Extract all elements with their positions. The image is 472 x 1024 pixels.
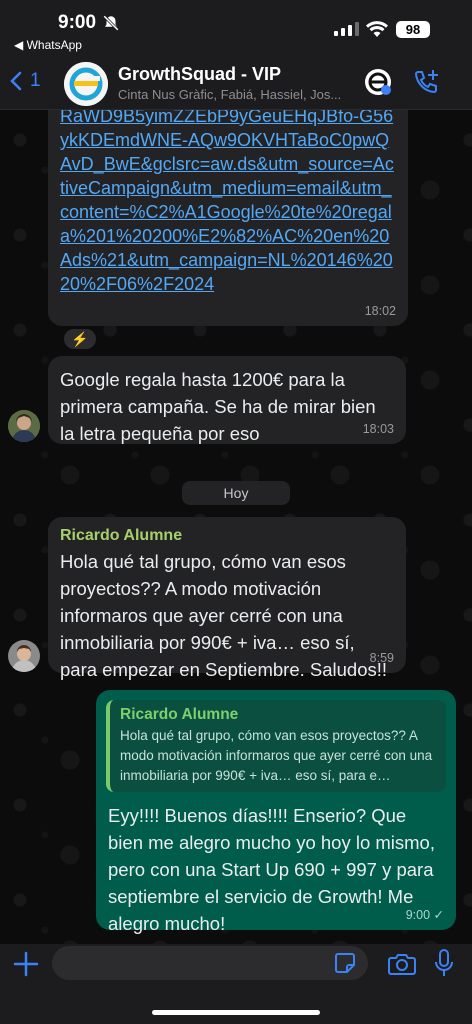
group-logo-icon [64, 62, 108, 106]
unread-count: 1 [30, 70, 41, 91]
message-bubble-outgoing[interactable]: Ricardo Alumne Hola qué tal grupo, cómo … [96, 690, 456, 934]
group-title[interactable]: GrowthSquad - VIP [118, 64, 281, 85]
avatar-photo-icon [8, 640, 40, 672]
quote-sender: Ricardo Alumne [120, 706, 239, 723]
back-button-top[interactable]: 1 [10, 66, 50, 96]
message-bubble-link[interactable]: RaWD9B5yimZZEbP9yGeuEHqJBfo-G56ykKDEmdWN… [48, 96, 408, 326]
chat-header-top: 1 GrowthSquad - VIP Cinta Nus Gràfic, Fa… [0, 52, 472, 110]
status-time: 9:00 [58, 12, 97, 33]
message-time: 18:03 [362, 422, 394, 436]
message-link[interactable]: RaWD9B5yimZZEbP9yGeuEHqJBfo-G56ykKDEmdWN… [60, 104, 396, 296]
message-time: 18:02 [364, 304, 396, 318]
quoted-message[interactable]: Ricardo Alumne Hola qué tal grupo, cómo … [106, 700, 446, 792]
group-avatar[interactable] [64, 62, 108, 106]
back-to-app-link[interactable]: ◀ WhatsApp [14, 38, 82, 52]
home-indicator[interactable] [152, 1010, 320, 1015]
message-time: 8:59 [369, 651, 394, 665]
avatar-photo-icon [8, 410, 40, 442]
quote-text: Hola qué tal grupo, cómo van esos proyec… [120, 728, 433, 783]
plus-icon[interactable] [12, 950, 40, 978]
message-text: Hola qué tal grupo, cómo van esos proyec… [60, 551, 388, 680]
wifi-icon [366, 21, 388, 37]
message-composer [0, 944, 472, 1024]
reaction-badge[interactable]: ⚡ [62, 327, 98, 351]
sender-name[interactable]: Ricardo Alumne [60, 527, 394, 545]
avatar[interactable] [8, 640, 40, 672]
camera-icon[interactable] [388, 952, 416, 976]
back-chevron-icon [10, 71, 22, 91]
message-bubble[interactable]: Google regala hasta 1200€ para la primer… [48, 356, 406, 444]
double-check-icon: ✓ [433, 908, 444, 922]
message-text: Eyy!!!! Buenos días!!!! Enserio? Que bie… [108, 805, 435, 934]
admin-logo-icon[interactable] [364, 68, 392, 96]
message-text: Google regala hasta 1200€ para la primer… [60, 369, 376, 444]
sticker-icon[interactable] [334, 952, 356, 974]
message-time: 9:00 [405, 908, 431, 922]
bell-slash-icon [103, 15, 119, 31]
date-divider: Hoy [182, 481, 290, 505]
message-meta: 9:00 ✓ [406, 907, 444, 922]
status-bar: 9:00 ◀ WhatsApp 98 [0, 0, 472, 52]
group-members[interactable]: Cinta Nus Gràfic, Fabiá, Hassiel, Jos... [118, 87, 348, 102]
battery-indicator: 98 [396, 21, 430, 38]
mic-icon[interactable] [434, 949, 454, 977]
message-bubble[interactable]: Ricardo Alumne Hola qué tal grupo, cómo … [48, 517, 406, 680]
add-call-icon[interactable] [412, 68, 440, 96]
avatar[interactable] [8, 410, 40, 442]
message-input[interactable] [52, 946, 368, 980]
signal-icon [334, 22, 359, 36]
